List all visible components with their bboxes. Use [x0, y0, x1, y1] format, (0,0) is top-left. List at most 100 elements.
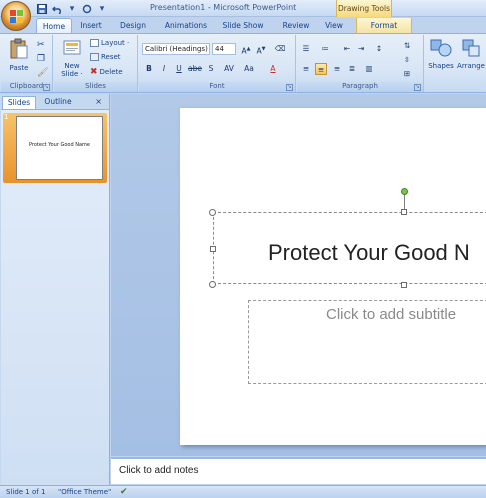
new-slide-button[interactable]: New Slide · — [56, 38, 88, 78]
character-spacing-icon[interactable]: AV — [223, 63, 235, 75]
drawing-group: Shapes Arrange — [425, 35, 486, 92]
bullets-icon[interactable]: ☰ — [300, 43, 312, 55]
resize-handle-bottom-left[interactable] — [209, 281, 216, 288]
arrange-button[interactable]: Arrange — [456, 38, 486, 70]
reset-button[interactable]: Reset — [90, 53, 121, 61]
tab-animations[interactable]: Animations — [160, 18, 212, 33]
paste-label: Paste — [9, 64, 29, 72]
font-group-label: Font — [139, 82, 295, 92]
rotation-handle[interactable] — [401, 188, 408, 195]
reset-icon — [90, 53, 99, 61]
cut-button[interactable]: ✂ — [37, 40, 45, 50]
thumbnail-preview: Protect Your Good Name — [16, 116, 103, 180]
shrink-font-icon[interactable]: A▼ — [255, 43, 267, 56]
office-button[interactable] — [1, 1, 31, 31]
resize-handle-top-left[interactable] — [209, 209, 216, 216]
bold-icon[interactable]: B — [143, 63, 155, 75]
slide-thumbnail-list: 1 Protect Your Good Name — [1, 109, 109, 485]
justify-icon[interactable]: ≣ — [346, 63, 358, 75]
tab-format[interactable]: Format — [356, 18, 412, 33]
shadow-icon[interactable]: S — [205, 63, 217, 75]
reset-label: Reset — [101, 53, 121, 61]
clipboard-group: Paste ✂ ❐ 🖌 Clipboard ↘ — [1, 35, 53, 92]
status-bar: Slide 1 of 1 "Office Theme" ✔ — [0, 485, 486, 498]
copy-button[interactable]: ❐ — [37, 54, 45, 64]
notes-pane[interactable]: Click to add notes — [111, 457, 486, 484]
title-placeholder[interactable]: Protect Your Good N — [213, 212, 486, 284]
italic-icon[interactable]: I — [158, 63, 170, 75]
align-right-icon[interactable]: ≡ — [331, 63, 343, 75]
tab-design[interactable]: Design — [114, 18, 152, 33]
delete-icon: ✖ — [90, 67, 98, 77]
subtitle-placeholder-text[interactable]: Click to add subtitle — [326, 306, 456, 323]
shapes-button[interactable]: Shapes — [427, 38, 455, 70]
redo-icon[interactable] — [81, 3, 93, 15]
tab-review[interactable]: Review — [278, 18, 314, 33]
pane-tabs: Slides Outline × — [0, 96, 110, 109]
font-name-combo[interactable]: Calibri (Headings) — [142, 43, 210, 55]
window-title: Presentation1 - Microsoft PowerPoint — [150, 3, 297, 12]
format-painter-button[interactable]: 🖌 — [37, 68, 48, 78]
grow-font-icon[interactable]: A▲ — [240, 43, 252, 56]
paragraph-launcher-icon[interactable]: ↘ — [414, 84, 421, 91]
theme-name[interactable]: "Office Theme" — [58, 488, 111, 496]
shapes-label: Shapes — [428, 62, 454, 70]
clear-formatting-icon[interactable]: ⌫ — [274, 43, 286, 55]
slide-thumbnail-1[interactable]: 1 Protect Your Good Name — [3, 113, 107, 183]
resize-handle-bottom[interactable] — [401, 282, 407, 288]
paragraph-group: ☰ ≔ ⇤ ⇥ ↕ ⇅ ⇳ ⊞ ≡ ≡ ≡ ≣ ▥ Paragraph ↘ — [297, 35, 424, 92]
tab-slide-show[interactable]: Slide Show — [218, 18, 268, 33]
underline-icon[interactable]: U — [173, 63, 185, 75]
thumbnail-title: Protect Your Good Name — [28, 142, 91, 148]
customize-icon[interactable]: ▾ — [96, 3, 108, 15]
copy-icon: ❐ — [37, 54, 46, 64]
layout-button[interactable]: Layout · — [90, 39, 129, 47]
clipboard-launcher-icon[interactable]: ↘ — [43, 84, 50, 91]
delete-button[interactable]: ✖ Delete — [90, 67, 123, 77]
font-launcher-icon[interactable]: ↘ — [286, 84, 293, 91]
resize-handle-top[interactable] — [401, 209, 407, 215]
change-case-icon[interactable]: Aa — [243, 63, 255, 75]
slides-group: New Slide · Layout · Reset ✖ Delete Slid… — [54, 35, 138, 92]
paste-button[interactable]: Paste — [5, 38, 33, 72]
slide-canvas[interactable]: Protect Your Good N Click to add subtitl… — [180, 108, 486, 445]
tab-insert[interactable]: Insert — [74, 18, 108, 33]
paste-icon — [10, 38, 28, 59]
notes-placeholder-text[interactable]: Click to add notes — [119, 465, 199, 476]
align-center-icon[interactable]: ≡ — [315, 63, 327, 75]
slide-editing-area: Protect Your Good N Click to add subtitl… — [111, 94, 486, 456]
align-left-icon[interactable]: ≡ — [300, 63, 312, 75]
save-icon[interactable] — [36, 3, 48, 15]
text-direction-icon[interactable]: ⇅ — [401, 40, 413, 52]
convert-smartart-icon[interactable]: ⊞ — [401, 68, 413, 80]
undo-icon[interactable] — [51, 3, 63, 15]
new-slide-label: New Slide · — [61, 62, 83, 78]
arrange-label: Arrange — [457, 62, 485, 70]
slide-title-text[interactable]: Protect Your Good N — [268, 240, 470, 266]
font-size-combo[interactable]: 44 — [212, 43, 236, 55]
close-pane-icon[interactable]: × — [95, 97, 102, 106]
new-slide-icon — [63, 40, 81, 55]
layout-label: Layout · — [101, 39, 130, 47]
shapes-icon — [430, 39, 452, 57]
numbering-icon[interactable]: ≔ — [319, 43, 331, 55]
spelling-check-icon[interactable]: ✔ — [120, 487, 128, 497]
increase-indent-icon[interactable]: ⇥ — [355, 43, 367, 55]
tab-home[interactable]: Home — [36, 18, 72, 33]
align-text-icon[interactable]: ⇳ — [401, 54, 413, 66]
tab-view[interactable]: View — [320, 18, 348, 33]
slide-number: 1 — [4, 113, 9, 121]
scissors-icon: ✂ — [37, 40, 45, 50]
delete-label: Delete — [99, 68, 123, 76]
strikethrough-icon[interactable]: abe — [188, 63, 202, 75]
font-color-icon[interactable]: A — [267, 63, 279, 75]
decrease-indent-icon[interactable]: ⇤ — [341, 43, 353, 55]
columns-icon[interactable]: ▥ — [363, 63, 375, 75]
tab-outline[interactable]: Outline — [38, 96, 78, 109]
line-spacing-icon[interactable]: ↕ — [373, 43, 385, 55]
tab-slides[interactable]: Slides — [2, 96, 36, 109]
title-bar: ▾ ▾ Presentation1 - Microsoft PowerPoint… — [0, 0, 486, 17]
dropdown-arrow-icon[interactable]: ▾ — [66, 3, 78, 15]
resize-handle-left[interactable] — [210, 246, 216, 252]
subtitle-placeholder[interactable]: Click to add subtitle — [248, 300, 486, 384]
